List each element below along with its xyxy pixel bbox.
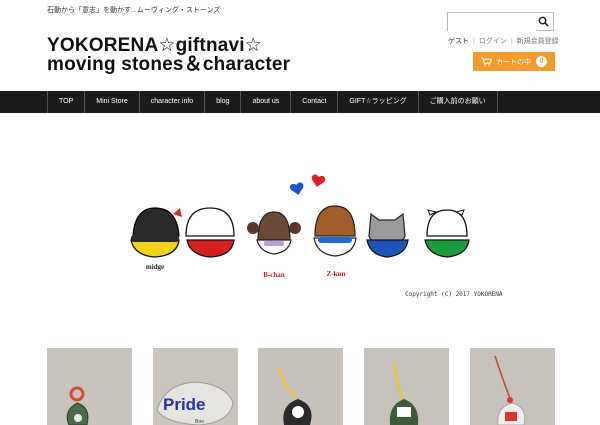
character-label-reo: reo (205, 261, 215, 269)
product-photo-white-charm (470, 348, 555, 425)
nav-item-blog[interactable]: blog (205, 91, 242, 113)
character-reo: reo (185, 207, 235, 269)
nav-item-gift-wrapping[interactable]: GIFT☆ラッピング (338, 91, 419, 113)
product-photo-black-charm (258, 348, 343, 425)
character-midge: midge (130, 207, 182, 271)
search-icon[interactable] (538, 16, 549, 27)
nav-item-character-info[interactable]: character info (140, 91, 206, 113)
product-thumbnails: Pride Boo (47, 348, 555, 425)
character-maro: maro (366, 212, 409, 269)
nav-item-contact[interactable]: Contact (291, 91, 339, 113)
divider: | (510, 38, 513, 45)
search-input[interactable] (448, 15, 536, 32)
red-heart-icon (311, 174, 326, 187)
account-links: ゲスト | ログイン | 新規会員登録 (448, 36, 559, 46)
character-b-chan: B-chan (247, 211, 301, 279)
nav-item-mini-store[interactable]: Mini Store (85, 91, 140, 113)
site-logo[interactable]: YOKORENA☆giftnavi☆ moving stones＆charact… (47, 36, 290, 74)
cart-label: カートの中 (496, 58, 531, 66)
product-thumbnail[interactable] (470, 348, 555, 425)
logo-line-2: moving stones＆character (47, 54, 291, 75)
login-link[interactable]: ログイン (479, 38, 507, 45)
logo-line-1: YOKORENA☆giftnavi☆ (47, 35, 263, 56)
product-thumbnail[interactable]: Pride Boo (153, 348, 238, 425)
character-boo: boo (424, 209, 470, 269)
cart-icon (481, 57, 492, 66)
blue-heart-icon (289, 182, 304, 195)
svg-text:Pride: Pride (163, 395, 206, 414)
product-thumbnail[interactable] (47, 348, 132, 425)
nav-item-purchase-notes[interactable]: ご購入前のお願い (419, 91, 498, 113)
divider: | (473, 38, 475, 45)
product-photo-green-charm (364, 348, 449, 425)
product-photo-pride-stone: Pride Boo (153, 348, 238, 425)
svg-text:Boo: Boo (195, 419, 204, 425)
character-label-b-chan: B-chan (263, 271, 285, 279)
character-label-z-kun: Z-kun (327, 270, 346, 278)
character-label-boo: boo (442, 261, 453, 269)
nav-item-top[interactable]: TOP (48, 91, 86, 113)
guest-label: ゲスト (448, 38, 469, 45)
site-tagline: 石動から「意志」を動かす...ムーヴィング・ストーンズ (47, 7, 221, 14)
hero-character-illustration: midge reo B-chan Z-kun maro boo (130, 174, 470, 279)
search-box (447, 12, 554, 32)
cart-button[interactable]: カートの中 0 (473, 52, 555, 71)
character-label-midge: midge (146, 263, 164, 271)
nav-item-about-us[interactable]: about us (241, 91, 292, 113)
product-thumbnail[interactable] (364, 348, 449, 425)
product-thumbnail[interactable] (258, 348, 343, 425)
product-photo-keychain-stone (47, 348, 132, 425)
character-label-maro: maro (380, 261, 396, 269)
hero-copyright: Copyright (C) 2017 YOKORENA (405, 291, 503, 298)
register-link[interactable]: 新規会員登録 (517, 38, 559, 45)
character-z-kun: Z-kun (313, 205, 357, 278)
cart-count-badge: 0 (536, 56, 547, 67)
main-navigation: TOP Mini Store character info blog about… (0, 91, 600, 113)
